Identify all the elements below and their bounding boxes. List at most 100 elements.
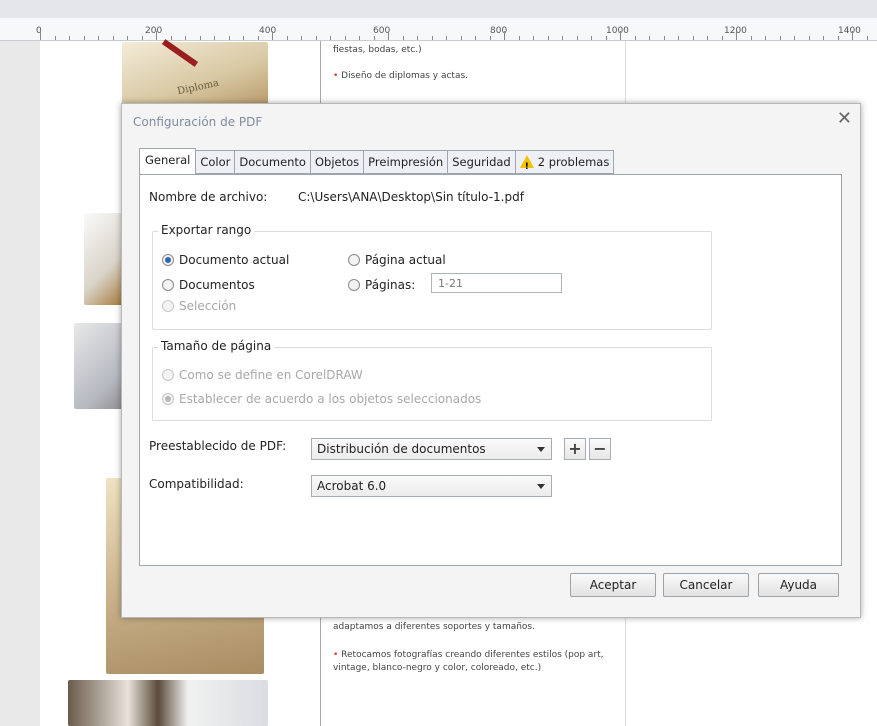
- ruler-mark: [374, 36, 375, 40]
- radio-dot: [162, 393, 174, 405]
- remove-preset-button[interactable]: −: [589, 438, 611, 460]
- ruler-mark: [722, 36, 723, 40]
- ruler-mark: [171, 36, 172, 40]
- ruler-mark: [823, 36, 824, 40]
- ruler-mark: [867, 36, 868, 40]
- paper-photo: [84, 213, 124, 305]
- tab-color[interactable]: Color: [196, 150, 236, 174]
- preset-select-value: Distribución de documentos: [317, 442, 486, 456]
- ruler-mark: [533, 36, 534, 40]
- ruler-mark: [635, 36, 636, 40]
- tab-general[interactable]: General: [139, 148, 197, 174]
- filename-value[interactable]: C:\Users\ANA\Desktop\Sin título-1.pdf: [298, 190, 524, 204]
- portraits-strip: [68, 680, 268, 726]
- export-range-title: Exportar rango: [158, 223, 255, 237]
- radio-selection[interactable]: Selección: [162, 299, 236, 313]
- tab-security[interactable]: Seguridad: [448, 150, 516, 174]
- radio-label: Documentos: [179, 278, 255, 292]
- compatibility-select-value: Acrobat 6.0: [317, 479, 387, 493]
- radio-label: Establecer de acuerdo a los objetos sele…: [179, 392, 482, 406]
- ruler-mark: [98, 36, 99, 40]
- bg-bullet-line: • Retocamos fotografías creando diferent…: [333, 649, 618, 675]
- close-icon[interactable]: ✕: [837, 109, 852, 129]
- ruler-mark: [345, 36, 346, 40]
- ruler-mark: [200, 36, 201, 40]
- bg-text-line: adaptamos a diferentes soportes y tamaño…: [333, 622, 535, 632]
- preset-label: Preestablecido de PDF:: [149, 439, 287, 453]
- compatibility-select[interactable]: Acrobat 6.0: [311, 475, 552, 497]
- ruler-mark: [330, 36, 331, 40]
- bg-text-line: Diseño de diplomas y actas.: [341, 71, 469, 81]
- tab-bar: General Color Documento Objetos Preimpre…: [139, 148, 615, 178]
- preset-select[interactable]: Distribución de documentos: [311, 438, 552, 460]
- cancel-button[interactable]: Cancelar: [663, 573, 749, 597]
- ruler-mark: [562, 36, 563, 40]
- radio-pages[interactable]: Páginas:: [348, 278, 415, 292]
- ruler-mark: [475, 36, 476, 40]
- ruler-mark: [693, 36, 694, 40]
- ruler-mark: [388, 31, 389, 40]
- radio-dot: [348, 254, 360, 266]
- ruler-mark: [852, 31, 853, 40]
- radio-dot: [162, 369, 174, 381]
- ruler-mark: [838, 36, 839, 40]
- page-size-group: Tamaño de página Como se define en Corel…: [152, 339, 712, 421]
- ruler-mark: [316, 36, 317, 40]
- ruler-tick: 1400: [838, 26, 861, 36]
- tab-prepress[interactable]: Preimpresión: [364, 150, 449, 174]
- ruler-mark: [678, 36, 679, 40]
- chevron-down-icon: [537, 484, 545, 489]
- chevron-down-icon: [537, 447, 545, 452]
- horizontal-ruler[interactable]: 0 200 400 600 800 1000 1200 1400: [0, 18, 877, 41]
- ruler-mark: [69, 36, 70, 40]
- radio-as-defined[interactable]: Como se define en CorelDRAW: [162, 368, 363, 382]
- radio-dot: [348, 279, 360, 291]
- tab-document[interactable]: Documento: [235, 150, 311, 174]
- radio-dot: [162, 254, 174, 266]
- ruler-mark: [780, 36, 781, 40]
- dialog-title: Configuración de PDF: [133, 115, 263, 129]
- tab-objects[interactable]: Objetos: [310, 150, 365, 174]
- ruler-mark: [432, 36, 433, 40]
- bg-bullet-line: • Diseño de diplomas y actas.: [333, 70, 468, 83]
- ok-button[interactable]: Aceptar: [570, 573, 656, 597]
- ruler-mark: [490, 36, 491, 40]
- add-preset-button[interactable]: +: [564, 438, 586, 460]
- ruler-mark: [446, 36, 447, 40]
- help-button[interactable]: Ayuda: [758, 573, 839, 597]
- bullet-icon: •: [333, 650, 342, 660]
- diploma-photo: Diploma: [122, 39, 268, 106]
- ruler-mark: [287, 36, 288, 40]
- radio-current-page[interactable]: Página actual: [348, 253, 446, 267]
- page-size-title: Tamaño de página: [158, 339, 275, 353]
- ruler-mark: [127, 36, 128, 40]
- tab-issues[interactable]: 2 problemas: [515, 150, 615, 178]
- ruler-mark: [113, 36, 114, 40]
- radio-documents[interactable]: Documentos: [162, 278, 255, 292]
- diploma-word: Diploma: [176, 77, 220, 98]
- ruler-mark: [577, 36, 578, 40]
- ruler-mark: [649, 36, 650, 40]
- ruler-mark: [461, 36, 462, 40]
- tab-issues-label: 2 problemas: [537, 155, 610, 169]
- radio-label: Selección: [179, 299, 237, 313]
- ruler-mark: [736, 31, 737, 40]
- radio-dot: [162, 279, 174, 291]
- ruler-mark: [301, 36, 302, 40]
- pages-input[interactable]: 1-21: [431, 273, 562, 293]
- export-range-group: Exportar rango Documento actual Document…: [152, 223, 712, 330]
- ruler-mark: [504, 31, 505, 40]
- ruler-mark: [229, 36, 230, 40]
- ruler-mark: [751, 36, 752, 40]
- ruler-mark: [707, 36, 708, 40]
- ruler-mark: [664, 36, 665, 40]
- radio-dot: [162, 300, 174, 312]
- radio-current-document[interactable]: Documento actual: [162, 253, 289, 267]
- radio-label: Páginas:: [365, 278, 416, 292]
- ruler-mark: [185, 36, 186, 40]
- ribbon-shape: [161, 39, 199, 67]
- radio-from-objects[interactable]: Establecer de acuerdo a los objetos sele…: [162, 392, 481, 406]
- ruler-mark: [214, 36, 215, 40]
- general-panel: Nombre de archivo: C:\Users\ANA\Desktop\…: [139, 174, 842, 566]
- warning-icon: [519, 155, 534, 178]
